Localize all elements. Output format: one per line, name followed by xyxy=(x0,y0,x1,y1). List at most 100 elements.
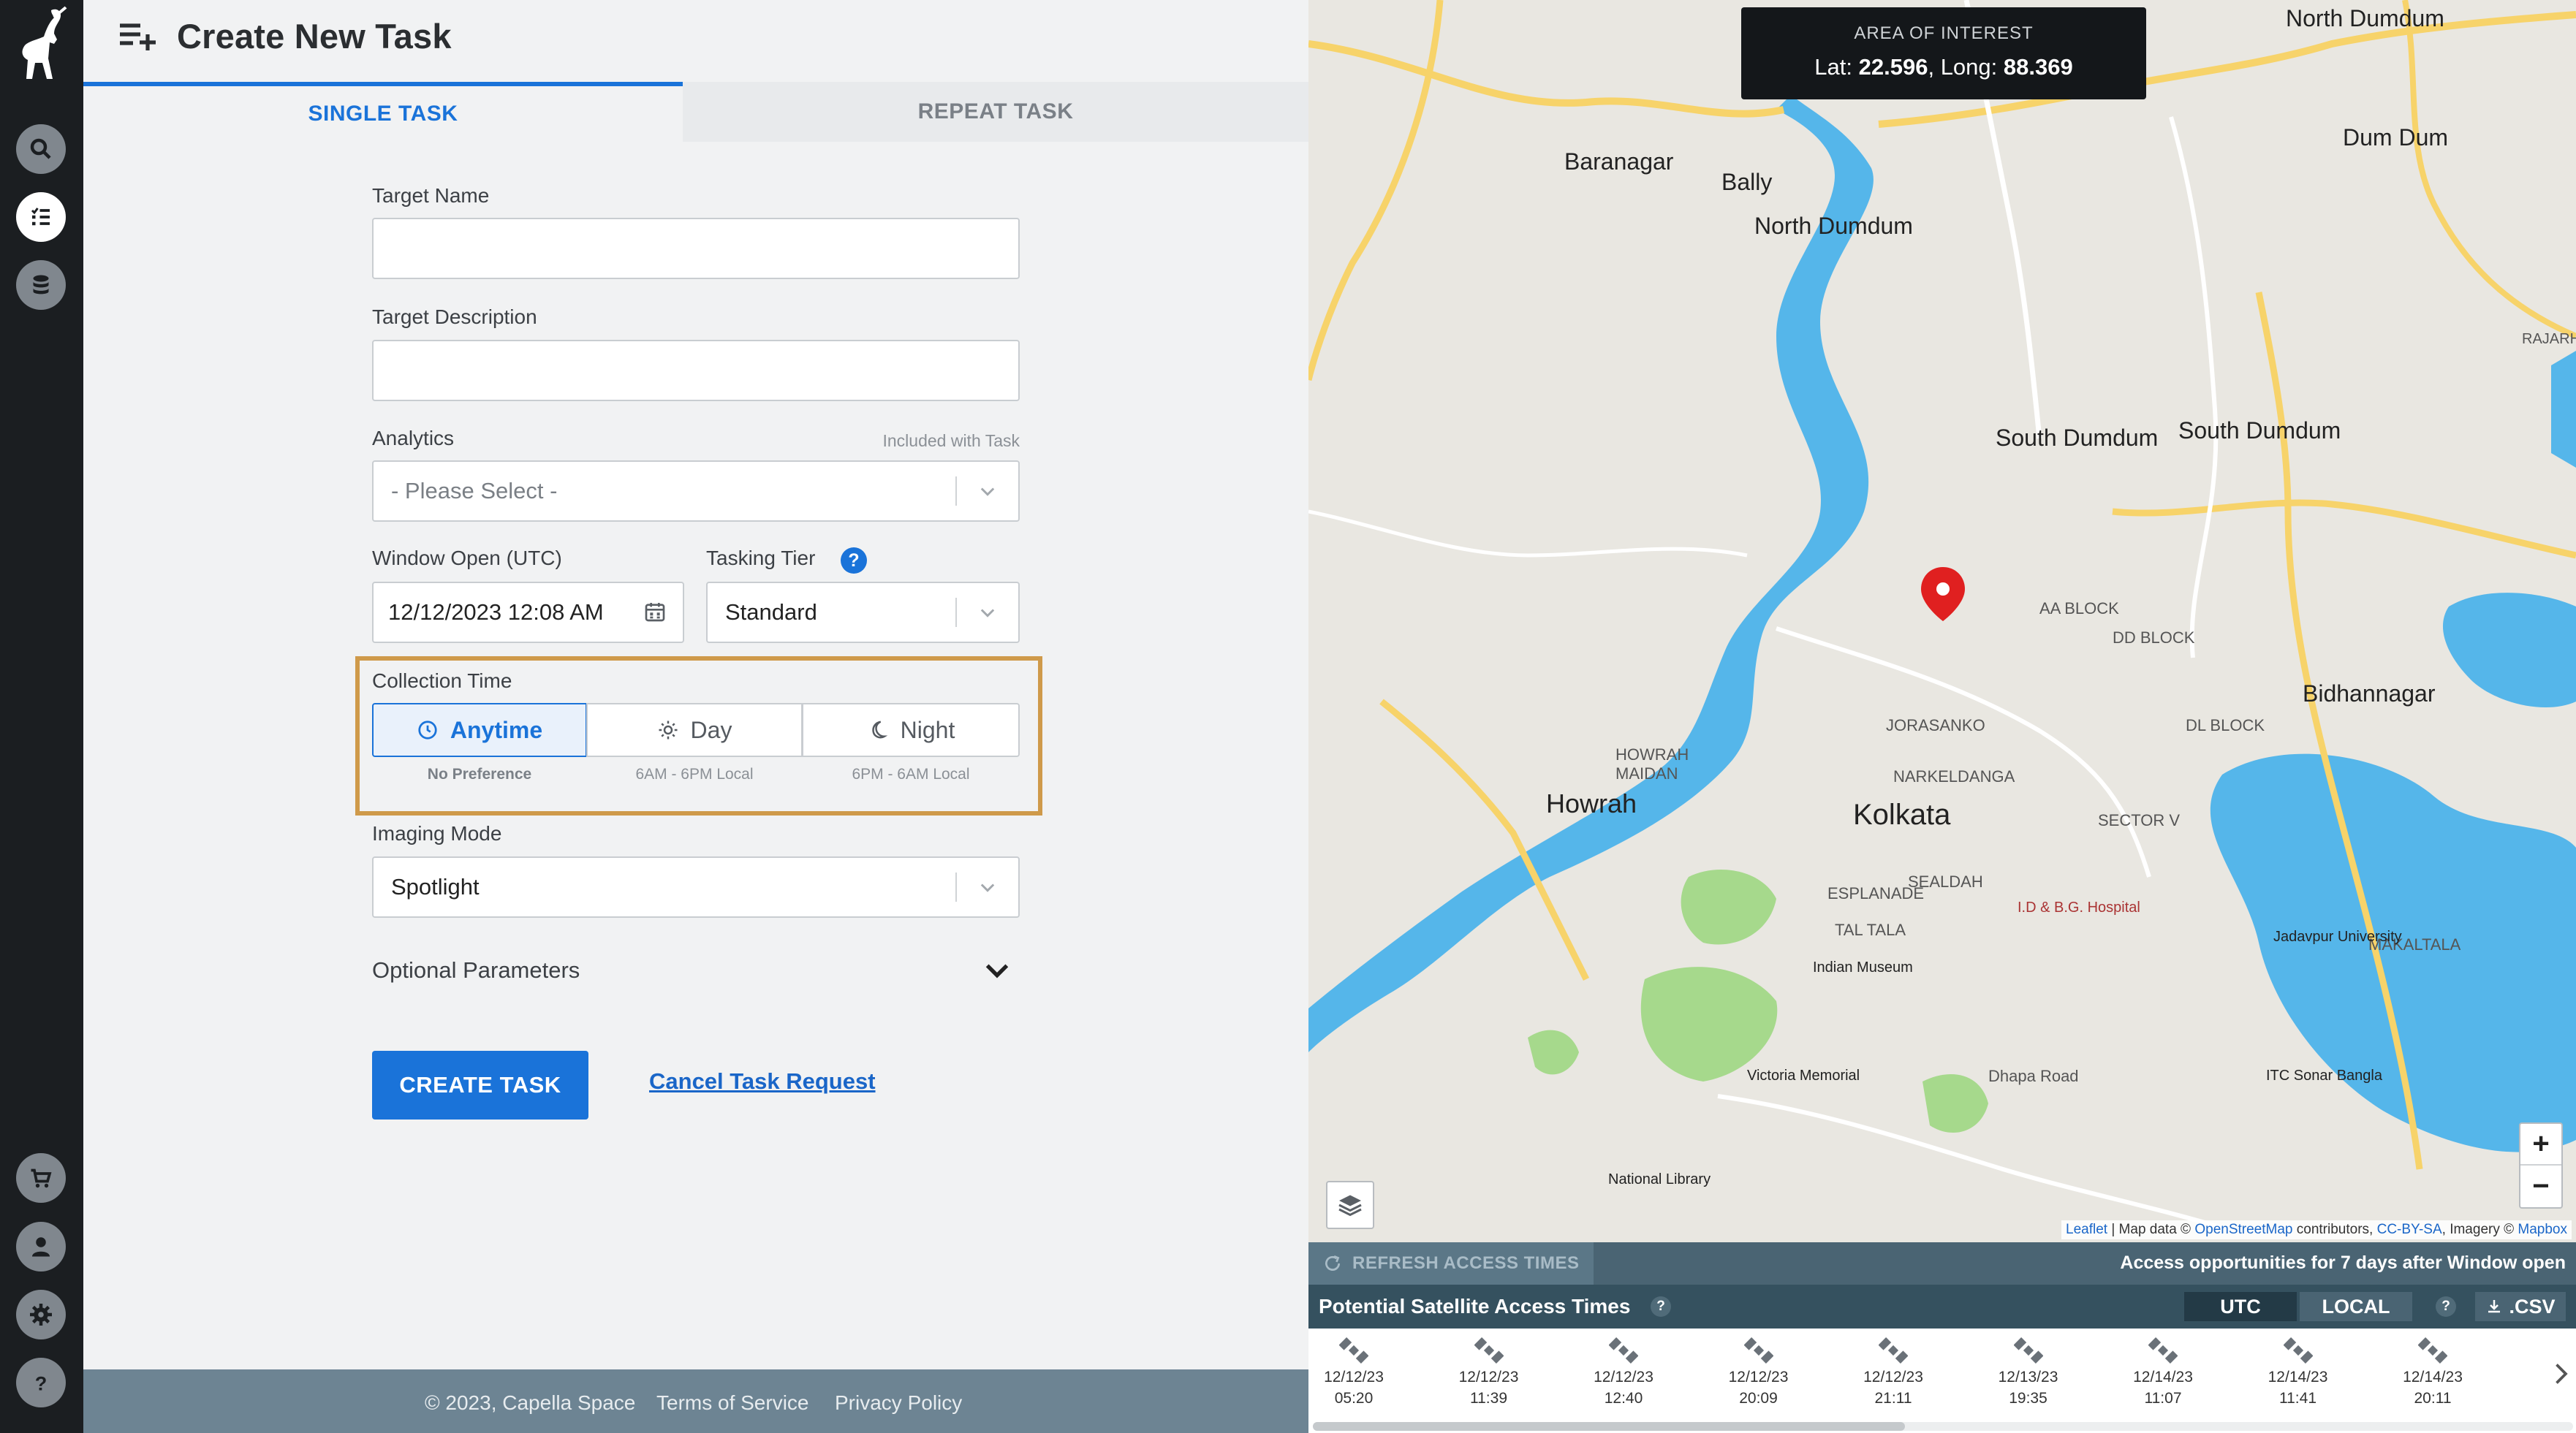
access-slot-date: 12/12/23 xyxy=(1594,1369,1653,1386)
access-slot-time: 11:07 xyxy=(2144,1390,2182,1407)
mapbox-link[interactable]: Mapbox xyxy=(2518,1222,2567,1237)
satellite-icon xyxy=(2013,1337,2043,1364)
analytics-label: Analytics xyxy=(372,427,455,449)
satellite-icon xyxy=(1339,1337,1368,1364)
zoom-in-button[interactable]: + xyxy=(2520,1124,2561,1166)
access-slot[interactable]: 12/12/23 21:11 xyxy=(1849,1336,1937,1407)
download-csv-button[interactable]: .CSV xyxy=(2475,1292,2566,1321)
clock-icon xyxy=(418,721,437,740)
tab-repeat-task[interactable]: REPEAT TASK xyxy=(683,82,1308,142)
leaflet-link[interactable]: Leaflet xyxy=(2066,1222,2107,1237)
local-toggle[interactable]: LOCAL xyxy=(2300,1292,2412,1321)
ibex-logo[interactable] xyxy=(12,6,70,82)
target-description-input[interactable] xyxy=(372,340,1020,401)
satellite-icon xyxy=(1879,1337,1908,1364)
svg-text:ESPLANADE: ESPLANADE xyxy=(1827,884,1924,902)
scrollbar-thumb[interactable] xyxy=(1313,1422,1905,1431)
analytics-hint: Included with Task xyxy=(882,431,1020,450)
zoom-out-button[interactable]: − xyxy=(2520,1166,2561,1207)
collection-day-button[interactable]: Day xyxy=(586,703,803,757)
chevron-down-icon[interactable] xyxy=(982,956,1012,985)
access-slot[interactable]: 12/12/23 11:39 xyxy=(1445,1336,1533,1407)
target-name-input[interactable] xyxy=(372,218,1020,279)
access-slot-time: 20:09 xyxy=(1739,1390,1778,1407)
svg-text:Baranagar: Baranagar xyxy=(1564,148,1674,175)
svg-text:South Dumdum: South Dumdum xyxy=(1996,425,2158,451)
svg-text:I.D & B.G. Hospital: I.D & B.G. Hospital xyxy=(2018,900,2140,916)
analytics-select[interactable]: - Please Select - xyxy=(372,460,1020,522)
utc-toggle[interactable]: UTC xyxy=(2184,1292,2297,1321)
access-slot-date: 12/14/23 xyxy=(2133,1369,2193,1386)
access-slot[interactable]: 12/14/23 20:11 xyxy=(2389,1336,2477,1407)
tasking-tier-help-icon[interactable]: ? xyxy=(841,547,867,574)
csv-help-icon[interactable]: ? xyxy=(2436,1296,2456,1317)
access-times-panel: REFRESH ACCESS TIMES Access opportunitie… xyxy=(1308,1242,2576,1433)
access-slot-date: 12/12/23 xyxy=(1863,1369,1923,1386)
select-divider xyxy=(955,598,957,627)
target-name-label: Target Name xyxy=(372,184,490,207)
access-slot[interactable]: 12/12/23 12:40 xyxy=(1580,1336,1667,1407)
svg-text:NARKELDANGA: NARKELDANGA xyxy=(1893,767,2015,786)
access-slot-date: 12/12/23 xyxy=(1728,1369,1789,1386)
collection-time-label: Collection Time xyxy=(372,669,512,692)
calendar-icon[interactable] xyxy=(643,599,667,624)
tab-single-task[interactable]: SINGLE TASK xyxy=(83,82,683,142)
collection-night-button[interactable]: Night xyxy=(802,703,1020,757)
svg-text:Jadavpur University: Jadavpur University xyxy=(2273,929,2402,945)
chevron-down-icon xyxy=(980,487,995,496)
night-subtitle: 6PM - 6AM Local xyxy=(852,766,970,783)
access-slot[interactable]: 12/12/23 05:20 xyxy=(1310,1336,1398,1407)
svg-text:RAJARHAT: RAJARHAT xyxy=(2522,331,2576,347)
layers-icon[interactable] xyxy=(1326,1181,1374,1229)
access-slot[interactable]: 12/13/23 19:35 xyxy=(1985,1336,2072,1407)
svg-text:ITC Sonar Bangla: ITC Sonar Bangla xyxy=(2266,1068,2383,1084)
footer-terms-link[interactable]: Terms of Service xyxy=(656,1391,809,1415)
cancel-task-link[interactable]: Cancel Task Request xyxy=(649,1068,876,1095)
create-task-button[interactable]: CREATE TASK xyxy=(372,1051,588,1120)
day-subtitle: 6AM - 6PM Local xyxy=(635,766,754,783)
svg-text:Victoria Memorial: Victoria Memorial xyxy=(1747,1068,1860,1084)
task-list-icon[interactable] xyxy=(16,192,66,242)
access-scrollbar[interactable] xyxy=(1313,1422,2573,1431)
osm-link[interactable]: OpenStreetMap xyxy=(2194,1222,2292,1237)
svg-text:Bally: Bally xyxy=(1721,169,1772,195)
access-slot-date: 12/13/23 xyxy=(1998,1369,2058,1386)
access-header: Potential Satellite Access Times ? UTC L… xyxy=(1308,1285,2576,1329)
access-slot-time: 12:40 xyxy=(1604,1390,1643,1407)
svg-text:DD BLOCK: DD BLOCK xyxy=(2113,628,2195,647)
map-tiles: Dum Dum North Dumdum Baranagar Bally Nor… xyxy=(1308,0,2576,1242)
svg-text:Kolkata: Kolkata xyxy=(1853,799,1951,831)
imaging-mode-select[interactable]: Spotlight xyxy=(372,856,1020,918)
access-slot[interactable]: 12/12/23 20:09 xyxy=(1715,1336,1803,1407)
access-slot[interactable]: 12/14/23 11:41 xyxy=(2254,1336,2342,1407)
refresh-access-times-button[interactable]: REFRESH ACCESS TIMES xyxy=(1308,1242,1594,1285)
footer-privacy-link[interactable]: Privacy Policy xyxy=(835,1391,962,1415)
optional-parameters-toggle[interactable]: Optional Parameters xyxy=(372,957,580,984)
user-icon[interactable] xyxy=(16,1222,66,1272)
license-link[interactable]: CC-BY-SA xyxy=(2377,1222,2442,1237)
imaging-mode-label: Imaging Mode xyxy=(372,822,502,845)
map-attribution: Leaflet | Map data © OpenStreetMap contr… xyxy=(2061,1220,2572,1239)
access-slot-time: 05:20 xyxy=(1334,1390,1374,1407)
svg-text:TAL TALA: TAL TALA xyxy=(1835,921,1906,939)
window-open-datetime-input[interactable]: 12/12/2023 12:08 AM xyxy=(372,582,684,643)
svg-text:?: ? xyxy=(35,1373,48,1395)
tasking-tier-select[interactable]: Standard xyxy=(706,582,1020,643)
access-help-icon[interactable]: ? xyxy=(1651,1296,1671,1317)
cart-icon[interactable] xyxy=(16,1153,66,1203)
svg-text:JORASANKO: JORASANKO xyxy=(1886,716,1985,734)
svg-text:MAIDAN: MAIDAN xyxy=(1615,764,1678,783)
access-slot[interactable]: 12/14/23 11:07 xyxy=(2119,1336,2207,1407)
collection-anytime-button[interactable]: Anytime xyxy=(372,703,587,757)
anytime-subtitle: No Preference xyxy=(427,766,532,783)
area-of-interest-tooltip: AREA OF INTEREST Lat: 22.596, Long: 88.3… xyxy=(1741,7,2146,99)
satellite-icon xyxy=(2148,1337,2178,1364)
chevron-right-icon[interactable] xyxy=(2551,1359,2573,1388)
svg-text:DL BLOCK: DL BLOCK xyxy=(2186,716,2265,734)
database-icon[interactable] xyxy=(16,260,66,310)
help-icon[interactable]: ? xyxy=(16,1358,66,1407)
map-view[interactable]: Dum Dum North Dumdum Baranagar Bally Nor… xyxy=(1308,0,2576,1242)
gear-icon[interactable] xyxy=(16,1290,66,1339)
search-icon[interactable] xyxy=(16,124,66,174)
svg-text:Howrah: Howrah xyxy=(1546,788,1637,818)
